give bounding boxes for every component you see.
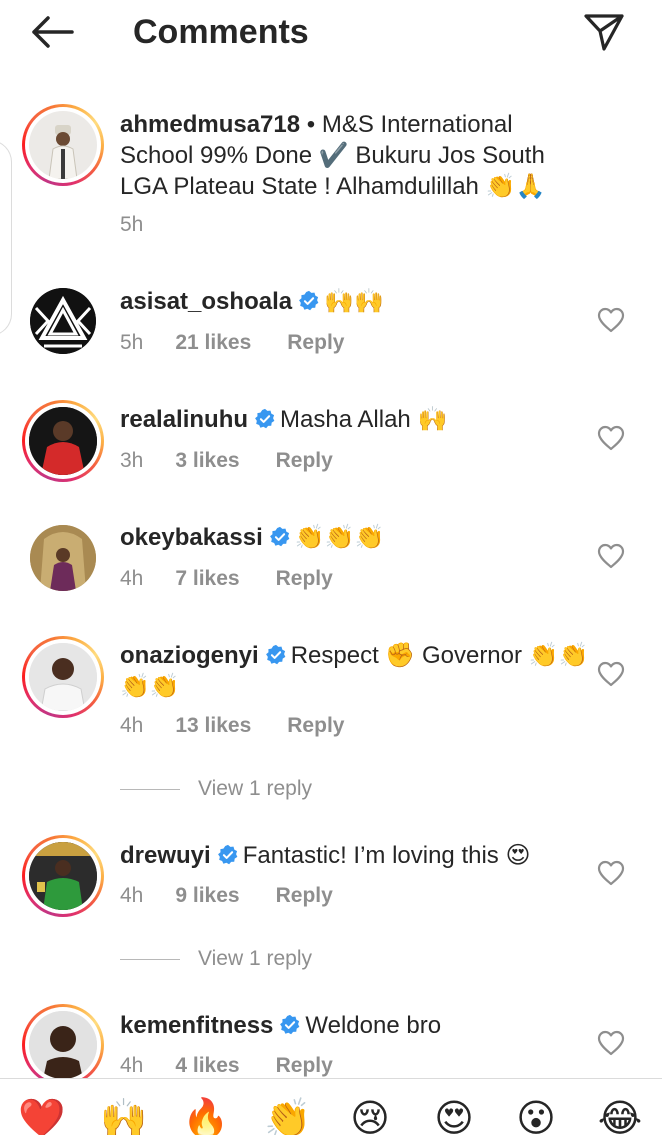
comment-text-block: onaziogenyi Respect ✊ Governor 👏👏👏👏 xyxy=(120,640,590,702)
comment-likes[interactable]: 21 likes xyxy=(175,330,251,356)
heart-icon[interactable] xyxy=(597,425,625,451)
open-mouth-emoji-button[interactable]: 😮 xyxy=(510,1093,562,1135)
comment-likes[interactable]: 13 likes xyxy=(175,713,251,739)
comment-username[interactable]: kemenfitness xyxy=(120,1012,273,1039)
top-bar: Comments xyxy=(0,0,662,70)
reply-button[interactable]: Reply xyxy=(287,330,344,356)
comment-meta: 5h xyxy=(120,212,143,238)
comment-meta: 4h 9 likes Reply xyxy=(120,883,333,909)
comment-body: 👏👏👏 xyxy=(294,524,385,551)
avatar[interactable] xyxy=(22,280,104,362)
reply-button[interactable]: Reply xyxy=(276,883,333,909)
comment-time: 4h xyxy=(120,884,144,907)
comment-text-block: asisat_oshoala 🙌🙌 xyxy=(120,286,590,317)
verified-badge-icon xyxy=(299,290,319,311)
comment-body: Masha Allah 🙌 xyxy=(280,406,448,433)
comment-time: 4h xyxy=(120,1054,144,1077)
comment-body: 🙌🙌 xyxy=(324,288,384,315)
comment-username[interactable]: okeybakassi xyxy=(120,524,263,551)
comment-text-block: kemenfitness Weldone bro xyxy=(120,1010,590,1041)
comment-time: 5h xyxy=(120,213,144,236)
comment-time: 3h xyxy=(120,449,144,472)
verified-badge-icon xyxy=(265,644,286,665)
comment-body: Weldone bro xyxy=(305,1012,442,1039)
comment-username[interactable]: ahmedmusa718 xyxy=(120,111,300,138)
comment-text-block: realalinuhu Masha Allah 🙌 xyxy=(120,404,590,435)
comment-username[interactable]: asisat_oshoala xyxy=(120,288,292,315)
comment-time: 4h xyxy=(120,567,144,590)
arrow-left-icon xyxy=(32,16,74,48)
comment-text-block: okeybakassi 👏👏👏 xyxy=(120,522,590,553)
view-replies-label: View 1 reply xyxy=(198,777,313,800)
side-drawer-handle[interactable] xyxy=(0,140,12,336)
comment-meta: 3h 3 likes Reply xyxy=(120,448,333,474)
comment-likes[interactable]: 7 likes xyxy=(175,566,239,592)
verified-badge-icon xyxy=(280,1014,300,1035)
comment-likes[interactable]: 4 likes xyxy=(175,1053,239,1079)
comment-username[interactable]: realalinuhu xyxy=(120,406,248,433)
avatar[interactable] xyxy=(22,835,104,917)
red-heart-emoji-button[interactable]: ❤️ xyxy=(16,1093,68,1135)
comment-text-block: ahmedmusa718 • M&S International School … xyxy=(120,109,590,202)
comment-meta: 4h 4 likes Reply xyxy=(120,1053,333,1079)
divider xyxy=(120,788,180,790)
reply-button[interactable]: Reply xyxy=(276,1053,333,1079)
verified-badge-icon xyxy=(217,844,238,865)
comment-meta: 4h 13 likes Reply xyxy=(120,713,344,739)
reply-button[interactable]: Reply xyxy=(287,713,344,739)
avatar[interactable] xyxy=(22,636,104,718)
avatar[interactable] xyxy=(22,104,104,186)
comment-likes[interactable]: 3 likes xyxy=(175,448,239,474)
paper-plane-icon xyxy=(584,14,624,51)
comment-text-block: drewuyi Fantastic! I’m loving this 😍 xyxy=(120,840,590,871)
avatar[interactable] xyxy=(22,517,104,599)
verified-badge-icon xyxy=(269,526,290,547)
heart-eyes-emoji-button[interactable]: 😍 xyxy=(428,1093,480,1135)
heart-icon[interactable] xyxy=(597,860,625,886)
back-button[interactable] xyxy=(28,12,76,52)
reply-button[interactable]: Reply xyxy=(276,448,333,474)
avatar[interactable] xyxy=(22,400,104,482)
tears-of-joy-emoji-button[interactable]: 😂 xyxy=(594,1093,646,1135)
heart-icon[interactable] xyxy=(597,1030,625,1056)
verified-badge-icon xyxy=(255,408,275,429)
raising-hands-emoji-button[interactable]: 🙌 xyxy=(98,1093,150,1135)
comment-time: 4h xyxy=(120,714,144,737)
comment-username[interactable]: drewuyi xyxy=(120,842,211,869)
reply-button[interactable]: Reply xyxy=(276,566,333,592)
page-title: Comments xyxy=(133,13,309,51)
view-replies-button[interactable]: View 1 reply xyxy=(120,774,312,804)
clapping-hands-emoji-button[interactable]: 👏 xyxy=(262,1093,314,1135)
fire-emoji-button[interactable]: 🔥 xyxy=(180,1093,232,1135)
view-replies-button[interactable]: View 1 reply xyxy=(120,944,312,974)
comment-meta: 5h 21 likes Reply xyxy=(120,330,344,356)
comment-username[interactable]: onaziogenyi xyxy=(120,642,259,669)
view-replies-label: View 1 reply xyxy=(198,947,313,970)
crying-face-emoji-button[interactable]: 😢 xyxy=(344,1093,396,1135)
heart-icon[interactable] xyxy=(597,543,625,569)
comment-body: Fantastic! I’m loving this 😍 xyxy=(242,842,531,869)
share-button[interactable] xyxy=(580,10,628,54)
heart-icon[interactable] xyxy=(597,661,625,687)
comment-time: 5h xyxy=(120,331,144,354)
divider xyxy=(120,958,180,960)
comment-likes[interactable]: 9 likes xyxy=(175,883,239,909)
comment-meta: 4h 7 likes Reply xyxy=(120,566,333,592)
avatar[interactable] xyxy=(22,1004,104,1086)
emoji-reaction-bar: ❤️ 🙌 🔥 👏 😢 😍 😮 😂 xyxy=(0,1078,662,1135)
heart-icon[interactable] xyxy=(597,307,625,333)
